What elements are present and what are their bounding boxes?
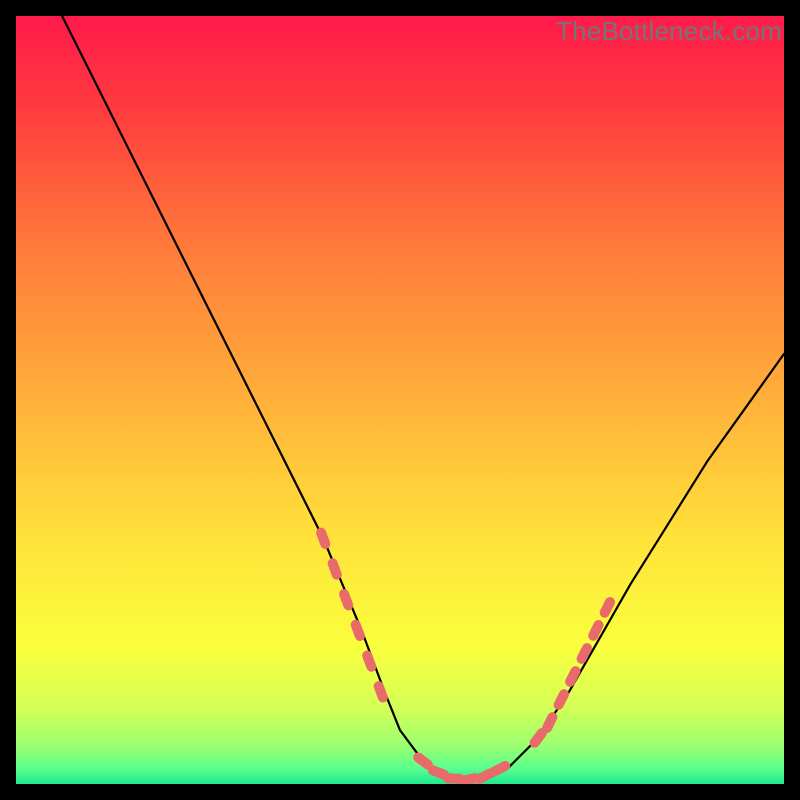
highlight-dot	[367, 656, 371, 667]
chart-frame: TheBottleneck.com	[16, 16, 784, 784]
highlight-dot	[547, 717, 552, 728]
highlight-dot	[448, 778, 460, 779]
highlight-dot	[479, 774, 490, 779]
highlight-dot	[344, 594, 348, 605]
highlight-dot	[605, 602, 610, 613]
highlight-dot	[582, 648, 587, 659]
highlight-dot	[559, 694, 564, 705]
highlight-dot	[356, 625, 360, 636]
highlight-dot	[379, 686, 383, 697]
highlight-dot	[433, 770, 444, 774]
gradient-background	[16, 16, 784, 784]
highlight-dot	[593, 625, 598, 636]
highlight-dot	[333, 563, 337, 574]
highlight-dot	[570, 671, 575, 682]
highlight-dot	[418, 757, 428, 764]
highlight-dot	[535, 733, 542, 743]
watermark-text: TheBottleneck.com	[556, 16, 782, 47]
highlight-dot	[463, 778, 475, 780]
highlight-dot	[321, 533, 325, 544]
highlight-dot	[495, 766, 506, 771]
bottleneck-chart	[16, 16, 784, 784]
